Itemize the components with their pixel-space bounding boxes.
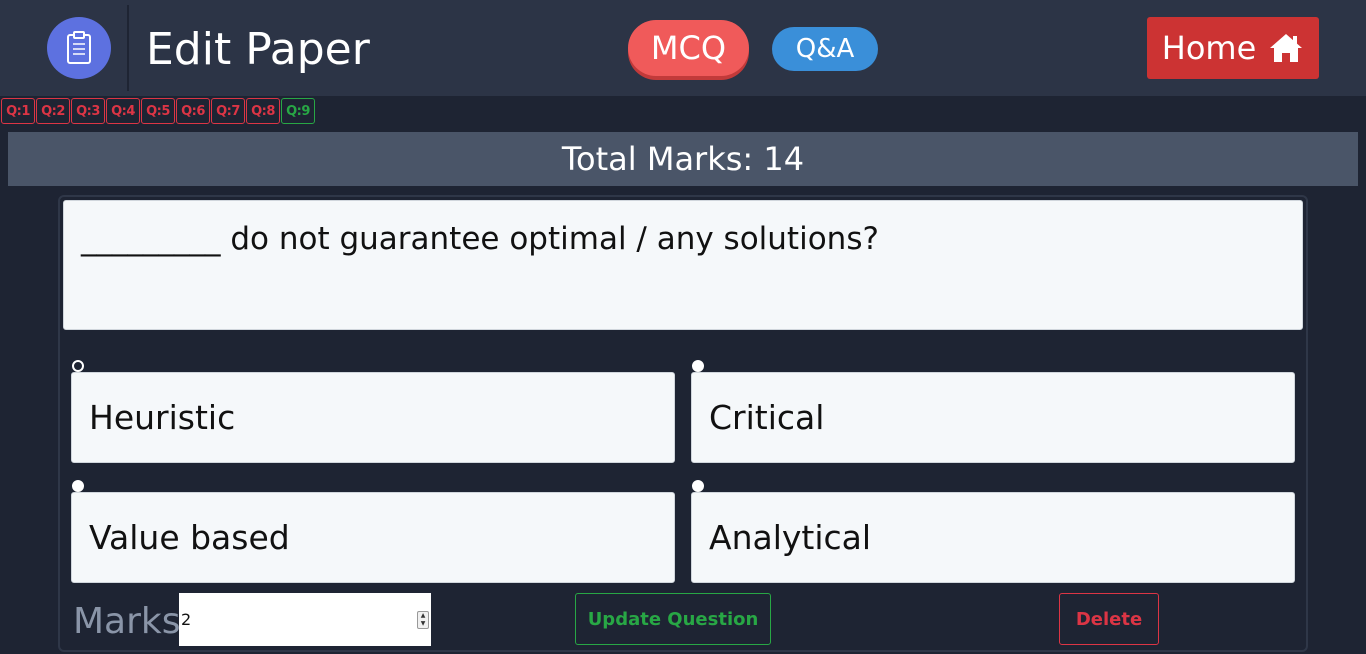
app-header: Edit Paper MCQ Q&A Home <box>0 0 1366 96</box>
question-nav-item[interactable]: Q:1 <box>1 98 35 124</box>
option-field-4[interactable]: Analytical <box>691 492 1295 583</box>
header-divider <box>127 5 129 91</box>
option-field-1[interactable]: Heuristic <box>71 372 675 463</box>
marks-input-value: 2 <box>181 610 192 629</box>
home-button-label: Home <box>1161 29 1257 67</box>
question-nav-item[interactable]: Q:8 <box>246 98 280 124</box>
option-radio-1[interactable] <box>72 360 84 372</box>
clipboard-icon <box>67 31 91 64</box>
option-radio-2[interactable] <box>692 360 704 372</box>
mcq-button[interactable]: MCQ <box>628 20 749 76</box>
question-nav-item[interactable]: Q:7 <box>211 98 245 124</box>
home-icon <box>1270 34 1303 62</box>
question-text-field[interactable]: _________ do not guarantee optimal / any… <box>63 200 1303 330</box>
total-marks-bar: Total Marks: 14 <box>8 132 1358 186</box>
marks-label: Marks <box>73 601 181 642</box>
question-nav-item[interactable]: Q:5 <box>141 98 175 124</box>
logo[interactable] <box>47 17 111 79</box>
option-field-2[interactable]: Critical <box>691 372 1295 463</box>
question-nav-item[interactable]: Q:3 <box>71 98 105 124</box>
question-nav-item[interactable]: Q:2 <box>36 98 70 124</box>
home-button[interactable]: Home <box>1147 17 1319 79</box>
delete-button[interactable]: Delete <box>1059 593 1159 645</box>
stepper-up-icon[interactable]: ▲ <box>421 613 426 619</box>
question-nav-item-active[interactable]: Q:9 <box>281 98 315 124</box>
option-radio-3[interactable] <box>72 480 84 492</box>
stepper-down-icon[interactable]: ▼ <box>421 621 426 627</box>
qa-button[interactable]: Q&A <box>772 27 878 71</box>
question-nav-item[interactable]: Q:6 <box>176 98 210 124</box>
option-radio-4[interactable] <box>692 480 704 492</box>
marks-stepper[interactable]: ▲ ▼ <box>417 611 429 629</box>
question-nav-item[interactable]: Q:4 <box>106 98 140 124</box>
update-question-button[interactable]: Update Question <box>575 593 771 645</box>
question-nav: Q:1 Q:2 Q:3 Q:4 Q:5 Q:6 Q:7 Q:8 Q:9 <box>1 98 315 124</box>
marks-input[interactable]: 2 ▲ ▼ <box>179 593 431 646</box>
option-field-3[interactable]: Value based <box>71 492 675 583</box>
page-title: Edit Paper <box>146 24 370 75</box>
